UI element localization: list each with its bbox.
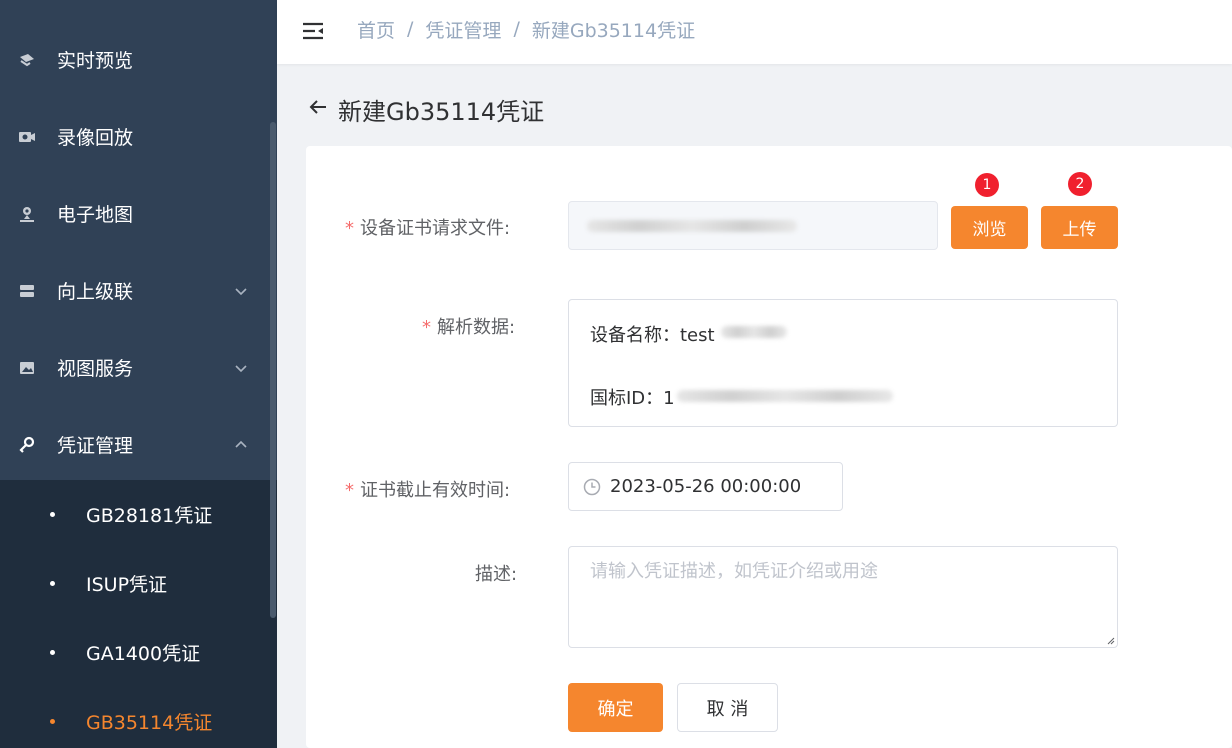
required-asterisk: * — [345, 480, 354, 501]
submenu-item-label: GA1400凭证 — [86, 643, 201, 665]
breadcrumb-separator: / — [407, 18, 414, 40]
expiry-date-value: 2023-05-26 00:00:00 — [610, 476, 802, 497]
sidebar-item-credentials[interactable]: 凭证管理 — [0, 406, 277, 483]
file-field-label: * 设备证书请求文件: — [345, 214, 510, 240]
sidebar-item-live-preview[interactable]: 实时预览 — [0, 21, 277, 98]
parse-field-label: * 解析数据: — [422, 313, 515, 339]
video-camera-icon — [18, 51, 36, 69]
image-icon — [18, 359, 36, 377]
key-icon — [18, 436, 36, 454]
breadcrumb-section[interactable]: 凭证管理 — [425, 16, 501, 43]
national-id-line: 国标ID：1 — [590, 384, 675, 410]
sidebar: 实时预览 录像回放 电子地图 向上级联 视图服务 凭证管理 GB28181凭证 … — [0, 0, 277, 748]
required-asterisk: * — [422, 317, 431, 338]
confirm-button[interactable]: 确定 — [568, 683, 663, 732]
upload-button[interactable]: 上传 — [1041, 206, 1118, 249]
redacted-national-id — [677, 390, 893, 402]
map-pin-icon — [18, 205, 36, 223]
submenu-item-label: GB35114凭证 — [86, 712, 213, 734]
submenu-item-gb35114[interactable]: GB35114凭证 — [0, 687, 277, 748]
menu-fold-icon[interactable] — [301, 19, 325, 43]
description-placeholder: 请输入凭证描述，如凭证介绍或用途 — [590, 561, 878, 582]
chevron-up-icon — [235, 440, 247, 448]
file-path-input[interactable] — [568, 201, 938, 250]
national-id-text: 国标ID：1 — [590, 388, 675, 409]
description-textarea[interactable]: 请输入凭证描述，如凭证介绍或用途 — [568, 546, 1118, 648]
sidebar-scrollbar[interactable] — [270, 122, 276, 618]
expiry-label-text: 证书截止有效时间: — [360, 480, 511, 501]
sidebar-item-label: 录像回放 — [57, 127, 134, 149]
sidebar-item-label: 电子地图 — [57, 204, 134, 226]
back-arrow-icon[interactable] — [306, 95, 330, 119]
file-label-text: 设备证书请求文件: — [360, 218, 511, 239]
submenu-item-label: GB28181凭证 — [86, 505, 213, 527]
bullet-icon — [50, 719, 55, 724]
top-bar: 首页 / 凭证管理 / 新建Gb35114凭证 — [277, 0, 1232, 64]
submenu-item-label: ISUP凭证 — [86, 574, 168, 596]
sidebar-item-label: 视图服务 — [57, 358, 134, 380]
device-name-text: 设备名称：test — [590, 325, 715, 346]
device-name-line: 设备名称：test — [590, 321, 715, 347]
cancel-button[interactable]: 取 消 — [677, 683, 778, 732]
clock-icon — [583, 478, 601, 496]
step-badge: 1 — [975, 173, 999, 197]
breadcrumb: 首页 / 凭证管理 / 新建Gb35114凭证 — [357, 16, 696, 43]
required-asterisk: * — [345, 218, 354, 239]
parse-data-box: 设备名称：test 国标ID：1 — [568, 299, 1118, 427]
resize-handle-icon[interactable] — [1105, 635, 1115, 645]
sidebar-item-view-service[interactable]: 视图服务 — [0, 329, 277, 406]
browse-button[interactable]: 浏览 — [951, 206, 1028, 249]
submenu-item-ga1400[interactable]: GA1400凭证 — [0, 618, 277, 687]
playback-icon — [18, 128, 36, 146]
expiry-date-picker[interactable]: 2023-05-26 00:00:00 — [568, 462, 843, 511]
redacted-filename — [587, 220, 797, 232]
sidebar-item-playback[interactable]: 录像回放 — [0, 98, 277, 175]
submenu-item-gb28181[interactable]: GB28181凭证 — [0, 480, 277, 549]
sidebar-item-label: 向上级联 — [57, 281, 134, 303]
credentials-submenu: GB28181凭证 ISUP凭证 GA1400凭证 GB35114凭证 — [0, 480, 277, 748]
bullet-icon — [50, 581, 55, 586]
submenu-item-isup[interactable]: ISUP凭证 — [0, 549, 277, 618]
step-badge: 2 — [1068, 172, 1092, 196]
bullet-icon — [50, 650, 55, 655]
page-title: 新建Gb35114凭证 — [338, 98, 545, 126]
bullet-icon — [50, 512, 55, 517]
sidebar-item-label: 实时预览 — [57, 50, 134, 72]
chevron-down-icon — [235, 287, 247, 295]
expiry-field-label: * 证书截止有效时间: — [345, 476, 510, 502]
sidebar-item-emap[interactable]: 电子地图 — [0, 175, 277, 252]
chevron-down-icon — [235, 364, 247, 372]
breadcrumb-current: 新建Gb35114凭证 — [531, 19, 696, 42]
sidebar-item-label: 凭证管理 — [57, 435, 134, 457]
parse-label-text: 解析数据: — [437, 317, 516, 338]
breadcrumb-home[interactable]: 首页 — [357, 16, 395, 43]
redacted-device-name — [721, 326, 787, 338]
breadcrumb-separator: / — [513, 18, 520, 40]
sidebar-item-cascade[interactable]: 向上级联 — [0, 252, 277, 329]
desc-field-label: 描述: — [475, 564, 518, 585]
server-icon — [18, 282, 36, 300]
